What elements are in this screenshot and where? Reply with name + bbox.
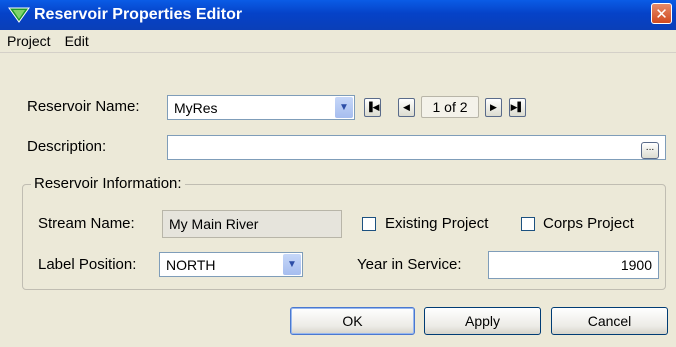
reservoir-name-value: MyRes <box>174 99 218 116</box>
next-record-button[interactable]: ▶ <box>485 98 502 117</box>
cancel-button-label: Cancel <box>587 313 632 329</box>
reservoir-info-title: Reservoir Information: <box>31 175 185 192</box>
cancel-button[interactable]: Cancel <box>551 307 668 335</box>
description-field[interactable] <box>167 135 666 160</box>
year-in-service-label: Year in Service: <box>357 256 462 273</box>
chevron-down-icon[interactable]: ▼ <box>283 254 301 275</box>
corps-project-checkbox[interactable] <box>521 217 535 231</box>
label-position-label: Label Position: <box>38 256 137 273</box>
chevron-down-icon[interactable]: ▼ <box>335 97 353 118</box>
reservoir-name-label: Reservoir Name: <box>27 98 140 115</box>
first-record-button[interactable]: ▐◀ <box>364 98 381 117</box>
year-in-service-value: 1900 <box>620 257 652 273</box>
stream-name-label: Stream Name: <box>38 215 135 232</box>
ellipsis-icon: ... <box>645 143 655 153</box>
label-position-combo[interactable]: NORTH ▼ <box>159 252 303 277</box>
label-position-value: NORTH <box>166 256 216 273</box>
menu-bar: Project Edit <box>0 30 676 53</box>
title-bar[interactable]: Reservoir Properties Editor ✕ <box>0 0 676 30</box>
description-browse-button[interactable]: ... <box>641 142 659 159</box>
description-label: Description: <box>27 138 107 155</box>
previous-record-button[interactable]: ◀ <box>398 98 415 117</box>
close-button[interactable]: ✕ <box>651 3 672 24</box>
reservoir-name-combo[interactable]: MyRes ▼ <box>167 95 355 120</box>
record-count: 1 of 2 <box>421 96 479 118</box>
first-record-icon: ▐◀ <box>365 102 380 113</box>
menu-edit[interactable]: Edit <box>58 33 96 49</box>
apply-button-label: Apply <box>464 313 501 329</box>
existing-project-checkbox[interactable] <box>362 217 376 231</box>
previous-record-icon: ◀ <box>403 102 410 113</box>
menu-project[interactable]: Project <box>0 33 58 49</box>
ok-button[interactable]: OK <box>290 307 415 335</box>
next-record-icon: ▶ <box>490 102 497 113</box>
stream-name-field: My Main River <box>162 210 342 238</box>
reservoir-editor-window: Reservoir Properties Editor ✕ Project Ed… <box>0 0 676 347</box>
window-title: Reservoir Properties Editor <box>34 6 243 23</box>
existing-project-label[interactable]: Existing Project <box>385 215 488 232</box>
corps-project-label[interactable]: Corps Project <box>543 215 634 232</box>
last-record-icon: ▶▌ <box>510 102 525 113</box>
last-record-button[interactable]: ▶▌ <box>509 98 526 117</box>
year-in-service-field[interactable]: 1900 <box>488 251 659 279</box>
apply-button[interactable]: Apply <box>424 307 541 335</box>
app-icon <box>8 6 30 24</box>
stream-name-value: My Main River <box>169 216 259 232</box>
ok-button-label: OK <box>342 313 363 329</box>
close-icon: ✕ <box>655 5 668 23</box>
